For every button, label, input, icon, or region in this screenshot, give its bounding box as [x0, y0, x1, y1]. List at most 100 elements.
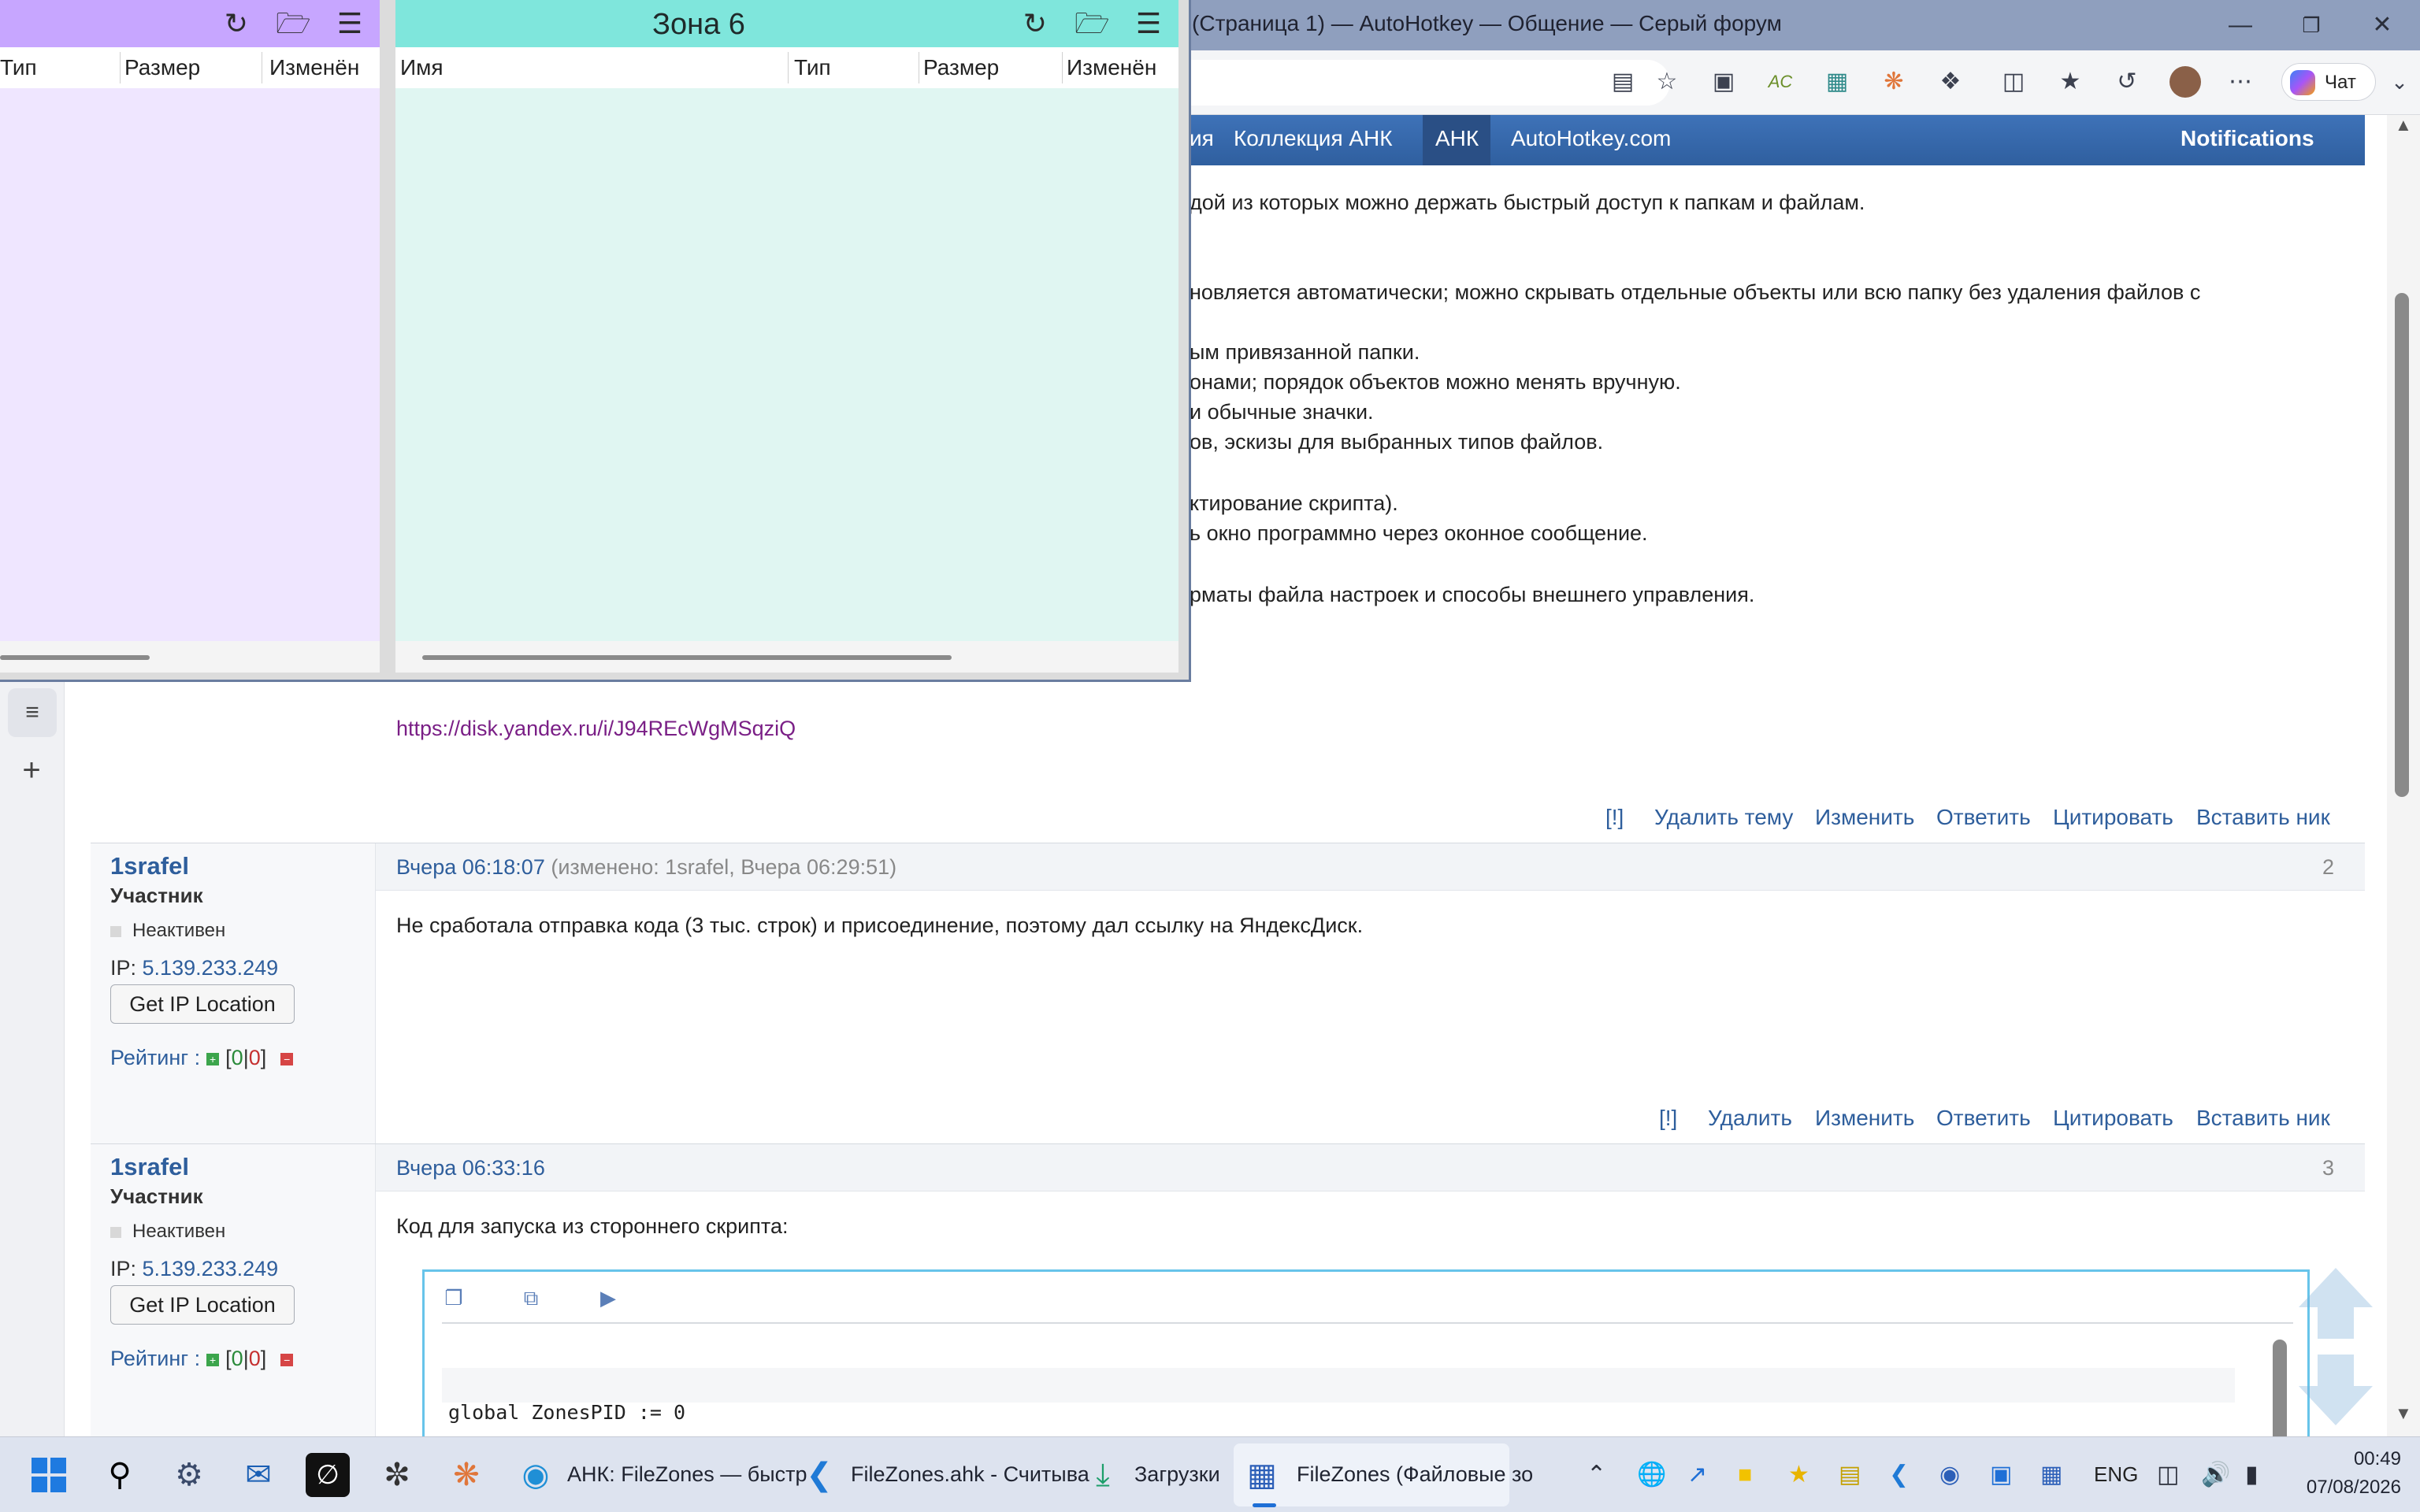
chatgpt-icon[interactable]: ✼ [375, 1453, 419, 1497]
tray-overflow-icon[interactable]: ⌃ [1587, 1459, 1606, 1491]
scroll-top-arrows[interactable] [2299, 1268, 2373, 1425]
post2-get-ip-button[interactable]: Get IP Location [110, 984, 295, 1024]
tray-eye-icon[interactable]: ◉ [1939, 1459, 1960, 1491]
nav-item-partial[interactable]: ия [1190, 126, 1214, 151]
tray-sticky-icon[interactable]: ■ [1738, 1459, 1752, 1491]
tray-star-icon[interactable]: ★ [1788, 1459, 1809, 1491]
code-scrollbar[interactable] [2273, 1340, 2287, 1450]
folder-icon[interactable]: 🗁 [1075, 8, 1110, 39]
refresh-icon[interactable]: ↻ [219, 8, 254, 39]
extension-ac-icon[interactable]: AC [1765, 66, 1796, 98]
taskbar-app-vscode-label[interactable]: FileZones.ahk - Считыва [851, 1462, 1089, 1487]
url-field[interactable] [1166, 60, 1670, 106]
tray-filezones-icon[interactable]: ▦ [2040, 1459, 2062, 1491]
quote-link[interactable]: Цитировать [2053, 1106, 2173, 1131]
history-icon[interactable]: ↺ [2111, 66, 2143, 98]
folder-icon[interactable]: 🗁 [276, 8, 311, 39]
tray-link-icon[interactable]: ↗ [1687, 1459, 1707, 1491]
notion-icon[interactable]: ∅ [306, 1453, 350, 1497]
list-view-icon[interactable]: ☰ [332, 8, 367, 39]
list-view-icon[interactable]: ☰ [1131, 8, 1166, 39]
extensions-puzzle-icon[interactable]: ❖ [1935, 66, 1966, 98]
add-icon[interactable]: + [11, 750, 52, 791]
settings-gear-icon[interactable]: ⚙ [167, 1453, 211, 1497]
column-divider[interactable] [788, 52, 789, 83]
clock-date[interactable]: 07/08/2026 [2291, 1477, 2401, 1499]
language-indicator[interactable]: ENG [2094, 1462, 2138, 1487]
reader-view-icon[interactable]: ▤ [1607, 66, 1639, 98]
column-modified[interactable]: Изменён [1067, 55, 1156, 80]
page-scrollbar[interactable]: ▲ ▼ [2387, 115, 2420, 1436]
taskbar-app-edge-label[interactable]: АНК: FileZones — быстр [567, 1462, 807, 1487]
zone6-hscrollbar[interactable] [395, 641, 1178, 673]
page-scroll-thumb[interactable] [2395, 293, 2409, 797]
tray-ahk-icon[interactable]: ▣ [1990, 1459, 2012, 1491]
zone6-hscroll-thumb[interactable] [422, 655, 952, 660]
favorite-star-icon[interactable]: ☆ [1651, 66, 1683, 98]
start-button[interactable] [27, 1453, 71, 1497]
close-window-button[interactable]: ✕ [2365, 8, 2400, 43]
yandex-disk-link[interactable]: https://disk.yandex.ru/i/J94REcWgMSqziQ [396, 717, 796, 741]
restore-button[interactable]: ❐ [2294, 8, 2329, 43]
vscode-icon[interactable]: ❮ [797, 1453, 841, 1497]
volume-icon[interactable]: 🔊 [2201, 1459, 2230, 1491]
rating-minus-icon[interactable]: − [280, 1052, 294, 1065]
post2-username[interactable]: 1srafel [110, 852, 189, 880]
edit-link[interactable]: Изменить [1815, 805, 1914, 830]
tray-notes-icon[interactable]: ▤ [1839, 1459, 1861, 1491]
delete-topic-link[interactable]: Удалить тему [1654, 805, 1793, 830]
extension-claude-icon[interactable]: ❋ [1878, 66, 1910, 98]
search-icon[interactable]: ⚲ [98, 1453, 142, 1497]
scroll-up-icon[interactable]: ▲ [2395, 115, 2412, 135]
chevron-down-icon[interactable]: ⌄ [2384, 66, 2415, 98]
scroll-down-icon[interactable]: ▼ [2395, 1403, 2412, 1424]
column-type[interactable]: Тип [0, 55, 37, 80]
column-size[interactable]: Размер [124, 55, 200, 80]
nav-item-ahk-collection[interactable]: Коллекция АНК [1234, 126, 1393, 151]
select-all-icon[interactable]: ❐ [442, 1286, 466, 1310]
battery-icon[interactable]: ▮ [2245, 1459, 2259, 1491]
vertical-tabs-icon[interactable]: ≡ [8, 688, 57, 737]
zone-left-file-list[interactable] [0, 88, 380, 641]
zone-left-hscrollbar[interactable] [0, 641, 380, 673]
extension-reading-icon[interactable]: ▣ [1708, 66, 1739, 98]
taskbar-app-filezones-label[interactable]: FileZones (Файловые зо [1297, 1462, 1533, 1487]
favorites-icon[interactable]: ★ [2054, 66, 2086, 98]
column-name[interactable]: Имя [400, 55, 444, 80]
copilot-chat-button[interactable]: Чат [2281, 63, 2376, 101]
taskbar-app-downloads-label[interactable]: Загрузки [1134, 1462, 1220, 1487]
tray-globe-icon[interactable]: 🌐 [1637, 1459, 1666, 1491]
minimize-button[interactable]: — [2223, 8, 2258, 43]
run-icon[interactable]: ▶ [596, 1286, 620, 1310]
nav-item-ahk-active[interactable]: АНК [1423, 115, 1490, 165]
post2-time[interactable]: Вчера 06:18:07 [396, 855, 545, 879]
zone-left-hscroll-thumb[interactable] [0, 655, 150, 660]
rating-plus-icon[interactable]: + [206, 1052, 220, 1065]
more-options-icon[interactable]: ⋯ [2225, 66, 2256, 98]
delete-link[interactable]: Удалить [1708, 1106, 1792, 1131]
tray-vscode-icon[interactable]: ❮ [1889, 1459, 1909, 1491]
network-icon[interactable]: ◫ [2157, 1459, 2179, 1491]
edit-link[interactable]: Изменить [1815, 1106, 1914, 1131]
nav-notifications[interactable]: Notifications [2181, 126, 2314, 151]
rating-minus-icon[interactable]: − [280, 1353, 294, 1366]
split-screen-icon[interactable]: ◫ [1998, 66, 2029, 98]
column-modified[interactable]: Изменён [269, 55, 359, 80]
rating-plus-icon[interactable]: + [206, 1353, 220, 1366]
downloads-icon[interactable]: ⤓ [1081, 1453, 1125, 1497]
outlook-icon[interactable]: ✉ [236, 1453, 280, 1497]
quote-link[interactable]: Цитировать [2053, 805, 2173, 830]
edge-icon[interactable]: ◉ [514, 1453, 558, 1497]
extension-translate-icon[interactable]: ▦ [1821, 66, 1853, 98]
zone6-file-list[interactable] [395, 88, 1178, 641]
column-divider[interactable] [120, 52, 121, 83]
profile-avatar[interactable] [2169, 66, 2201, 98]
report-link[interactable]: [!] [1659, 1106, 1677, 1131]
copy-icon[interactable]: ⧉ [519, 1286, 543, 1310]
post3-ip-value[interactable]: 5.139.233.249 [143, 1257, 279, 1280]
claude-icon[interactable]: ❋ [444, 1453, 488, 1497]
insert-nick-link[interactable]: Вставить ник [2196, 1106, 2330, 1131]
post3-username[interactable]: 1srafel [110, 1153, 189, 1181]
column-type[interactable]: Тип [794, 55, 831, 80]
nav-item-autohotkey-com[interactable]: AutoHotkey.com [1511, 126, 1671, 151]
